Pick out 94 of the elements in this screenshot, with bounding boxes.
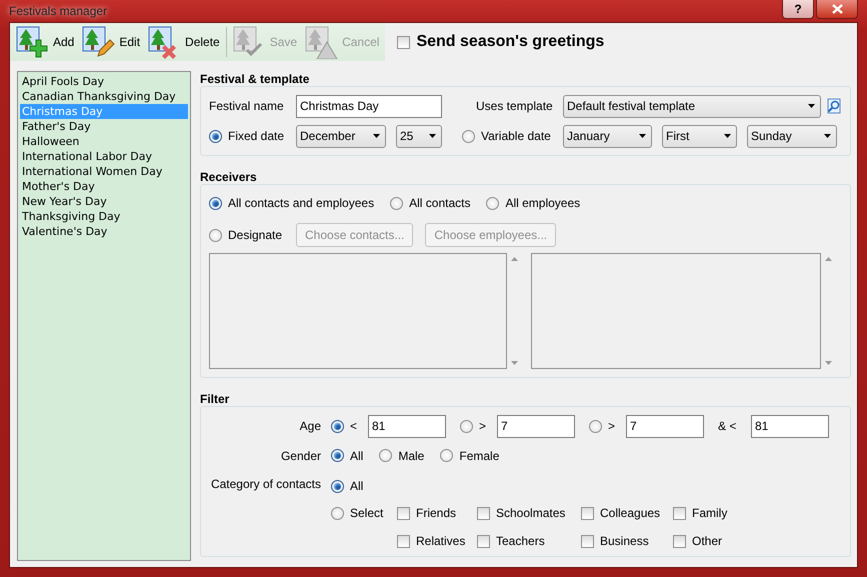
variable-date-radio[interactable] xyxy=(462,130,475,142)
caret-icon xyxy=(824,134,831,138)
day-dropdown[interactable]: 25 xyxy=(396,124,442,148)
choose-button: Choose employees... xyxy=(425,223,556,247)
festival-item[interactable]: Father's Day xyxy=(20,119,188,134)
category-radio[interactable] xyxy=(331,506,344,520)
option-label: All xyxy=(350,448,364,464)
category-checkbox[interactable]: Schoolmates xyxy=(477,504,581,522)
festival-item[interactable]: Halloween xyxy=(20,134,188,149)
field-label: & < xyxy=(718,418,738,435)
receiver-radio[interactable] xyxy=(486,196,500,210)
close-button[interactable] xyxy=(816,0,858,19)
gender-radio[interactable] xyxy=(379,449,392,462)
category-radio[interactable] xyxy=(331,480,344,492)
tree-warning-icon xyxy=(305,26,338,58)
option-label: Variable date xyxy=(481,128,551,145)
toolbar-button[interactable]: Delete xyxy=(144,24,224,60)
festival-item[interactable]: New Year's Day xyxy=(20,194,188,209)
category-checkbox[interactable]: Family xyxy=(673,504,753,522)
toolbar-button: Cancel xyxy=(301,24,384,60)
festival-item[interactable]: Thanksgiving Day xyxy=(20,209,188,224)
option-label: Fixed date xyxy=(228,128,284,145)
option-label: Female xyxy=(459,448,500,464)
field-label: Age xyxy=(298,418,322,435)
weekday-dropdown[interactable]: Sunday xyxy=(747,124,837,148)
age-field[interactable]: 81 xyxy=(751,414,829,438)
ordinal-dropdown[interactable]: First xyxy=(662,124,737,148)
festival-item[interactable]: Canadian Thanksgiving Day xyxy=(20,89,188,104)
festival-item[interactable]: International Labor Day xyxy=(20,149,188,164)
category-checkbox[interactable]: Teachers xyxy=(477,532,581,550)
field-label: Category of contacts xyxy=(210,476,322,493)
choose-button: Choose contacts... xyxy=(296,223,414,247)
month-dropdown[interactable]: January xyxy=(563,124,652,148)
category-checkbox[interactable]: Other xyxy=(673,532,753,550)
age-radio[interactable] xyxy=(331,420,344,432)
section-title: Filter xyxy=(200,392,230,406)
window-title: Festivals manager xyxy=(9,3,108,20)
option-label: All contacts and employees xyxy=(228,195,374,212)
option-label: Male xyxy=(398,448,424,464)
option-label: All contacts xyxy=(409,195,470,212)
month-dropdown[interactable]: December xyxy=(296,124,386,148)
caret-icon xyxy=(373,134,380,138)
receiver-radio[interactable] xyxy=(390,196,404,210)
caret-icon xyxy=(639,134,646,138)
option-label: < xyxy=(350,418,358,435)
toolbar-button[interactable]: Add xyxy=(12,24,78,60)
gender-radio[interactable] xyxy=(331,449,344,462)
caret-icon xyxy=(724,134,731,138)
tree-pencil-icon xyxy=(82,26,116,58)
caret-icon xyxy=(808,104,815,108)
field-label: Gender xyxy=(280,448,322,464)
festival-item[interactable]: Mother's Day xyxy=(20,179,188,194)
designate-radio[interactable] xyxy=(209,228,222,242)
festival-item[interactable]: International Women Day xyxy=(20,164,188,179)
category-checkbox[interactable]: Business xyxy=(581,532,673,550)
section-title: Receivers xyxy=(200,170,258,184)
age-radio[interactable] xyxy=(460,420,473,432)
option-label: > xyxy=(479,418,486,435)
scroll-up-icon xyxy=(824,257,832,261)
template-dropdown[interactable]: Default festival template xyxy=(563,94,821,118)
field-label: Uses template xyxy=(476,98,554,115)
option-label: Select xyxy=(350,505,384,522)
tree-plus-icon xyxy=(16,26,49,58)
festival-item[interactable]: Valentine's Day xyxy=(20,224,188,239)
festival-name-field[interactable]: Christmas Day xyxy=(296,94,442,118)
option-label: All xyxy=(350,478,364,495)
help-button[interactable]: ? xyxy=(782,0,814,19)
scroll-down-icon xyxy=(824,361,832,365)
contacts-list[interactable] xyxy=(209,253,507,369)
fixed-date-radio[interactable] xyxy=(209,130,222,142)
option-label: > xyxy=(608,418,616,435)
festival-item[interactable]: April Fools Day xyxy=(20,74,188,89)
field-label: Festival name xyxy=(209,98,285,115)
age-field[interactable]: 81 xyxy=(368,414,446,438)
option-label: All employees xyxy=(505,195,580,212)
scroll-up-icon xyxy=(510,257,518,261)
greetings-checkbox[interactable]: Send season's greetings xyxy=(397,30,604,54)
close-icon xyxy=(832,4,842,14)
receiver-radio[interactable] xyxy=(209,196,222,210)
age-radio[interactable] xyxy=(589,420,602,432)
age-field[interactable]: 7 xyxy=(626,414,704,438)
category-checkbox[interactable]: Colleagues xyxy=(581,504,673,522)
employees-list[interactable] xyxy=(531,253,821,369)
preview-icon xyxy=(827,98,842,114)
age-field[interactable]: 7 xyxy=(497,414,575,438)
category-checkbox[interactable]: Friends xyxy=(397,504,477,522)
toolbar-button[interactable]: Edit xyxy=(78,24,144,60)
toolbar-button: Save xyxy=(228,24,302,60)
caret-icon xyxy=(429,134,436,138)
category-checkbox[interactable]: Relatives xyxy=(397,532,477,550)
gender-radio[interactable] xyxy=(440,449,454,462)
section-title: Festival & template xyxy=(200,72,310,86)
option-label: Designate xyxy=(228,227,282,244)
scroll-down-icon xyxy=(510,361,518,365)
